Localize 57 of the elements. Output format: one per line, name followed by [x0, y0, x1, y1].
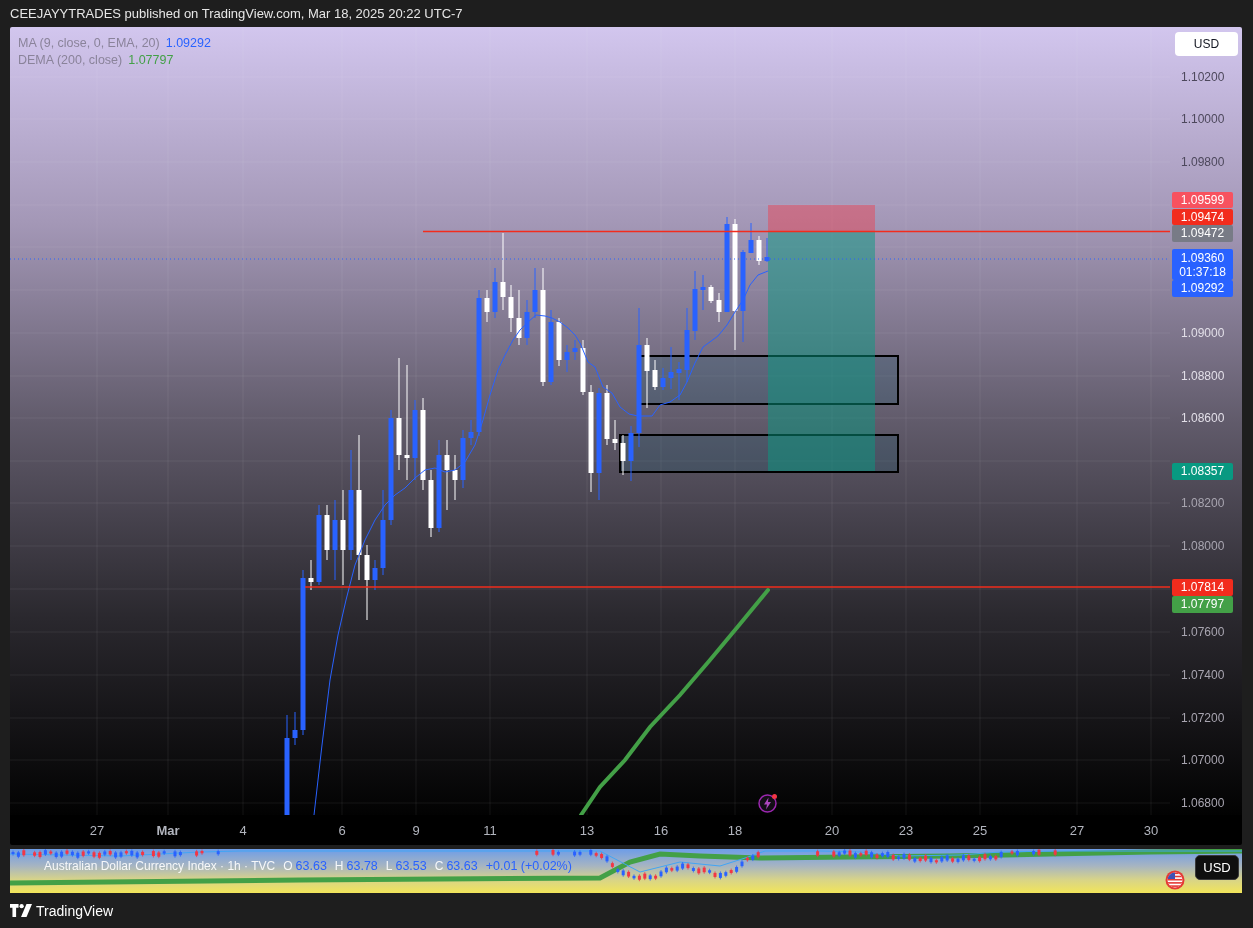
- publish-caption: CEEJAYYTRADES published on TradingView.com, Mar 18, 2025 20:22 UTC-7: [9, 5, 463, 23]
- price-tick: 1.09000: [1181, 326, 1225, 340]
- date-tick: 27: [89, 823, 105, 838]
- price-tick: 1.10000: [1181, 112, 1225, 126]
- ohlc-label: C: [434, 859, 444, 874]
- brand-name: TradingView: [36, 902, 114, 919]
- flag-icon: [1165, 870, 1185, 890]
- price-tick: 1.06800: [1181, 796, 1225, 810]
- price-label: 1.08357: [1172, 463, 1233, 480]
- price-tick: 1.08000: [1181, 539, 1225, 553]
- ohlc-label: O: [283, 859, 293, 874]
- change-value: +0.01 (+0.02%): [485, 859, 572, 874]
- ohlc-value: 63.78: [346, 859, 378, 874]
- date-tick: 18: [727, 823, 743, 838]
- date-tick: 6: [338, 823, 346, 838]
- currency-button[interactable]: USD: [1175, 32, 1238, 56]
- price-label: 1.07797: [1172, 596, 1233, 613]
- indicator-name: DEMA (200, close): [18, 53, 123, 68]
- price-label: 1.09292: [1172, 280, 1233, 297]
- date-tick: 11: [483, 823, 497, 838]
- date-tick: 4: [239, 823, 247, 838]
- date-tick: 25: [972, 823, 988, 838]
- price-label: 1.09474: [1172, 209, 1233, 225]
- price-tick: 1.10200: [1181, 70, 1225, 84]
- indicator-value: 1.09292: [165, 36, 211, 51]
- ohlc-value: 63.63: [295, 859, 327, 874]
- currency-button[interactable]: USD: [1195, 855, 1239, 880]
- price-tick: 1.07400: [1181, 668, 1225, 682]
- date-tick: 30: [1143, 823, 1159, 838]
- index-title: Australian Dollar Currency Index · 1h · TVC: [44, 859, 276, 874]
- price-tick: 1.07000: [1181, 753, 1225, 767]
- price-tick: 1.07200: [1181, 711, 1225, 725]
- ohlc-label: H: [334, 859, 344, 874]
- lightning-icon[interactable]: [758, 793, 778, 813]
- price-tick: 1.08800: [1181, 369, 1225, 383]
- ohlc-value: 63.63: [446, 859, 478, 874]
- price-label: 1.07814: [1172, 579, 1233, 596]
- date-tick: 16: [653, 823, 669, 838]
- price-tick: 1.09800: [1181, 155, 1225, 169]
- ohlc-value: 63.53: [395, 859, 427, 874]
- logo-icon: [10, 904, 32, 917]
- date-tick: Mar: [156, 823, 180, 838]
- countdown-timer: 01:37:18: [1179, 264, 1226, 279]
- date-tick: 27: [1069, 823, 1085, 838]
- indicator-name: MA (9, close, 0, EMA, 20): [18, 36, 160, 51]
- ohlc-label: L: [385, 859, 393, 874]
- price-label: 1.09599: [1172, 192, 1233, 208]
- date-tick: 9: [412, 823, 420, 838]
- date-tick: 20: [824, 823, 840, 838]
- indicator-value: 1.07797: [128, 53, 174, 68]
- price-tick: 1.08200: [1181, 496, 1225, 510]
- price-label: 1.09472: [1172, 225, 1233, 242]
- date-tick: 23: [898, 823, 914, 838]
- price-value: 1.09360: [1180, 250, 1225, 265]
- price-tick: 1.07600: [1181, 625, 1225, 639]
- price-tick: 1.08600: [1181, 411, 1225, 425]
- date-tick: 13: [579, 823, 595, 838]
